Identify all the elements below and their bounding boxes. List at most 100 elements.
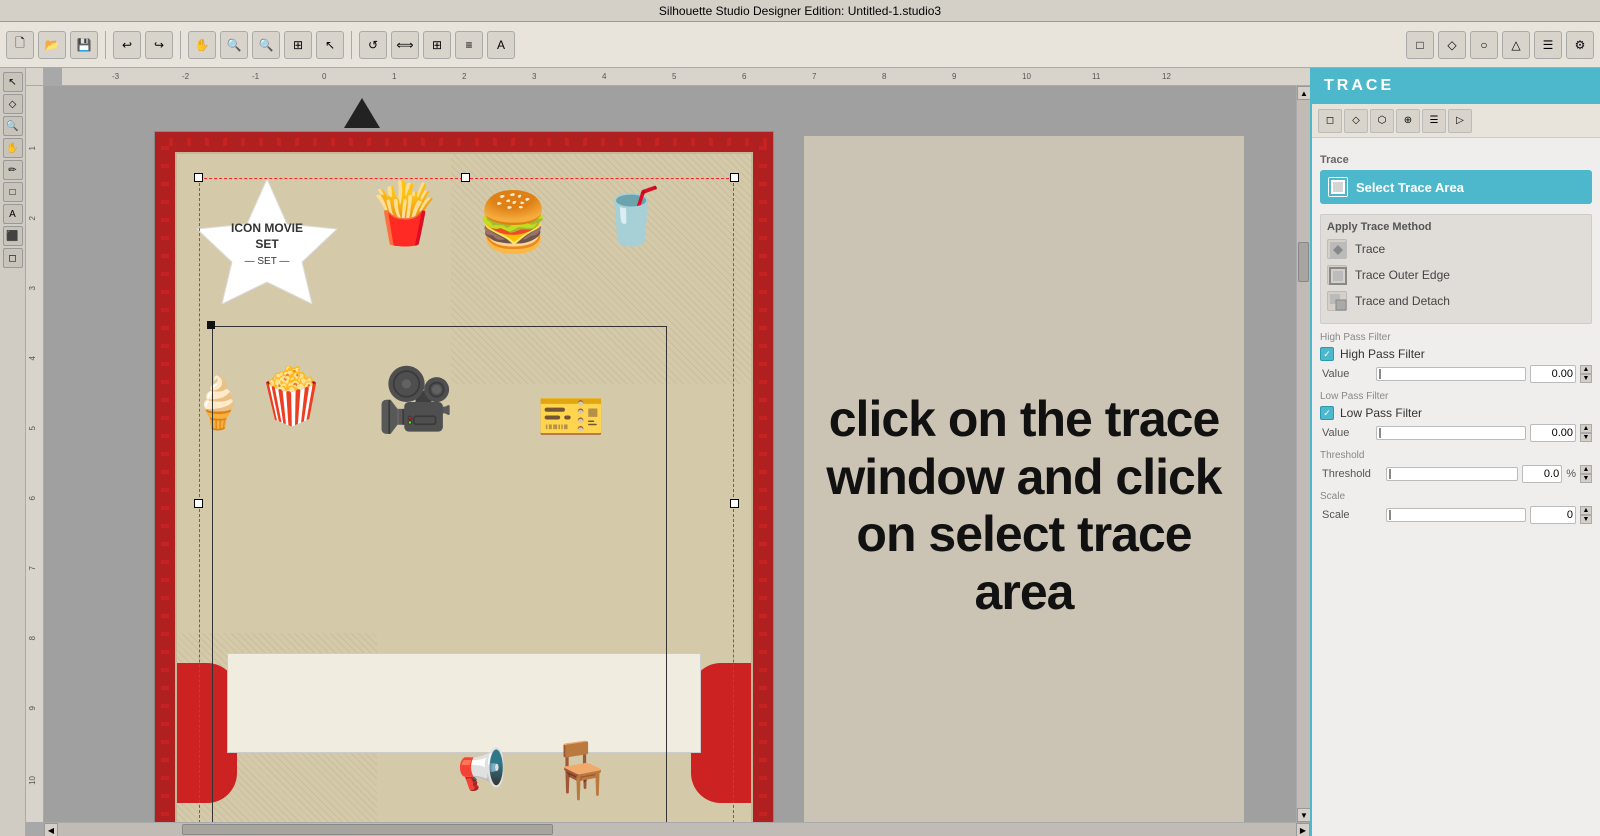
panel-icon-6[interactable]: ▷ [1448, 109, 1472, 133]
selection-handle-tm[interactable] [461, 173, 470, 182]
toolbar-zoom-out[interactable]: 🔍 [252, 31, 280, 59]
toolbar-open[interactable]: 📂 [38, 31, 66, 59]
tool-zoom[interactable]: 🔍 [3, 116, 23, 136]
panel-icon-5[interactable]: ☰ [1422, 109, 1446, 133]
low-pass-label: Low Pass Filter [1340, 406, 1422, 420]
threshold-slider[interactable] [1386, 467, 1518, 481]
toolbar-panel5[interactable]: ☰ [1534, 31, 1562, 59]
tool-node[interactable]: ◇ [3, 94, 23, 114]
scroll-left-arrow[interactable]: ◀ [44, 823, 58, 836]
low-pass-checkbox[interactable]: ✓ [1320, 406, 1334, 420]
threshold-value-row: Threshold 0.0 % ▲ ▼ [1320, 465, 1592, 483]
border-stars-top [155, 138, 773, 146]
high-pass-slider[interactable] [1376, 367, 1526, 381]
panel-icon-2[interactable]: ◇ [1344, 109, 1368, 133]
low-pass-slider[interactable] [1376, 426, 1526, 440]
tool-eraser[interactable]: ◻ [3, 248, 23, 268]
selection-handle-ml[interactable] [194, 499, 203, 508]
scroll-thumb[interactable] [1298, 242, 1309, 282]
high-pass-value-display[interactable]: 0.00 [1530, 365, 1576, 383]
toolbar-hand[interactable]: ✋ [188, 31, 216, 59]
selection-handle-mr[interactable] [730, 499, 739, 508]
trace-option-row[interactable]: Trace [1327, 239, 1585, 259]
icon-movie-badge: ICON MOVIE SET — SET — [187, 174, 347, 304]
low-pass-spin-down[interactable]: ▼ [1580, 433, 1592, 442]
threshold-spin-up[interactable]: ▲ [1580, 465, 1592, 474]
selection-handle-tl[interactable] [194, 173, 203, 182]
threshold-spin-down[interactable]: ▼ [1580, 474, 1592, 483]
toolbar-panel3[interactable]: ○ [1470, 31, 1498, 59]
scale-spinners: ▲ ▼ [1580, 506, 1592, 524]
selection-handle-tr[interactable] [730, 173, 739, 182]
scale-spin-down[interactable]: ▼ [1580, 515, 1592, 524]
toolbar-align[interactable]: ≡ [455, 31, 483, 59]
scale-spin-up[interactable]: ▲ [1580, 506, 1592, 515]
trace-outer-svg [1328, 266, 1348, 286]
tool-select[interactable]: ↖ [3, 72, 23, 92]
high-pass-spin-up[interactable]: ▲ [1580, 365, 1592, 374]
toolbar-undo[interactable]: ↩ [113, 31, 141, 59]
icecream-icon: 🍦 [187, 374, 249, 433]
burger-icon: 🍔 [477, 194, 549, 252]
right-scrollbar[interactable]: ▲ ▼ [1296, 86, 1310, 822]
tool-draw[interactable]: ✏ [3, 160, 23, 180]
ruler-mark-v1: 1 [28, 146, 37, 150]
panel-icon-4[interactable]: ⊕ [1396, 109, 1420, 133]
high-pass-filter-row: ✓ High Pass Filter [1320, 347, 1592, 361]
high-pass-spinners: ▲ ▼ [1580, 365, 1592, 383]
trace-panel-content: Trace Select Trace Area Apply Trace Meth… [1312, 138, 1600, 836]
ruler-mark-v7: 7 [28, 566, 37, 570]
right-panel: TRACE ◻ ◇ ⬡ ⊕ ☰ ▷ Trace [1310, 68, 1600, 836]
toolbar-new[interactable]: 🗋 [6, 31, 34, 59]
threshold-value-display[interactable]: 0.0 [1522, 465, 1562, 483]
high-pass-spin-down[interactable]: ▼ [1580, 374, 1592, 383]
left-tools: ↖ ◇ 🔍 ✋ ✏ □ A ⬛ ◻ [0, 68, 26, 836]
low-pass-value-display[interactable]: 0.00 [1530, 424, 1576, 442]
low-pass-spin-up[interactable]: ▲ [1580, 424, 1592, 433]
toolbar-panel1[interactable]: □ [1406, 31, 1434, 59]
toolbar-panel2[interactable]: ◇ [1438, 31, 1466, 59]
h-scroll-track[interactable] [58, 823, 1296, 836]
high-pass-checkbox[interactable]: ✓ [1320, 347, 1334, 361]
scroll-track[interactable] [1297, 100, 1310, 808]
fries-icon: 🍟 [367, 184, 442, 244]
panel-icon-3[interactable]: ⬡ [1370, 109, 1394, 133]
h-scroll-thumb[interactable] [182, 824, 553, 835]
toolbar-select[interactable]: ↖ [316, 31, 344, 59]
design-card[interactable]: ICON MOVIE SET — SET — 🍟 🍔 🥤 [154, 131, 774, 822]
trace-and-detach-row[interactable]: Trace and Detach [1327, 291, 1585, 311]
select-trace-area-button[interactable]: Select Trace Area [1320, 170, 1592, 204]
toolbar-panel6[interactable]: ⚙ [1566, 31, 1594, 59]
tool-fill[interactable]: ⬛ [3, 226, 23, 246]
svg-text:ICON MOVIE: ICON MOVIE [231, 221, 303, 235]
threshold-label: Threshold [1322, 468, 1382, 480]
high-pass-label: High Pass Filter [1340, 347, 1425, 361]
toolbar-panel4[interactable]: △ [1502, 31, 1530, 59]
toolbar-zoom-in[interactable]: 🔍 [220, 31, 248, 59]
scale-value-display[interactable]: 0 [1530, 506, 1576, 524]
panel-icon-1[interactable]: ◻ [1318, 109, 1342, 133]
threshold-section: Threshold Threshold 0.0 % ▲ ▼ [1320, 450, 1592, 483]
trace-icon-svg [1328, 177, 1348, 197]
scroll-up-arrow[interactable]: ▲ [1297, 86, 1310, 100]
scroll-down-arrow[interactable]: ▼ [1297, 808, 1310, 822]
tool-pan[interactable]: ✋ [3, 138, 23, 158]
ruler-mark-v10: 10 [28, 776, 37, 785]
scale-slider[interactable] [1386, 508, 1526, 522]
bottom-scrollbar[interactable]: ◀ ▶ [44, 822, 1310, 836]
trace-outer-edge-row[interactable]: Trace Outer Edge [1327, 265, 1585, 285]
toolbar-rotate[interactable]: ↺ [359, 31, 387, 59]
toolbar-mirror[interactable]: ⟺ [391, 31, 419, 59]
scroll-right-arrow[interactable]: ▶ [1296, 823, 1310, 836]
ruler-mark-v9: 9 [28, 706, 37, 710]
toolbar-redo[interactable]: ↪ [145, 31, 173, 59]
canvas-viewport[interactable]: ICON MOVIE SET — SET — 🍟 🍔 🥤 [44, 86, 1296, 822]
toolbar-save[interactable]: 💾 [70, 31, 98, 59]
director-chair-icon: 🪑 [547, 738, 615, 803]
toolbar-fit[interactable]: ⊞ [284, 31, 312, 59]
tool-text[interactable]: A [3, 204, 23, 224]
titlebar-text: Silhouette Studio Designer Edition: Unti… [659, 4, 941, 18]
toolbar-text[interactable]: A [487, 31, 515, 59]
tool-shape[interactable]: □ [3, 182, 23, 202]
toolbar-grid[interactable]: ⊞ [423, 31, 451, 59]
